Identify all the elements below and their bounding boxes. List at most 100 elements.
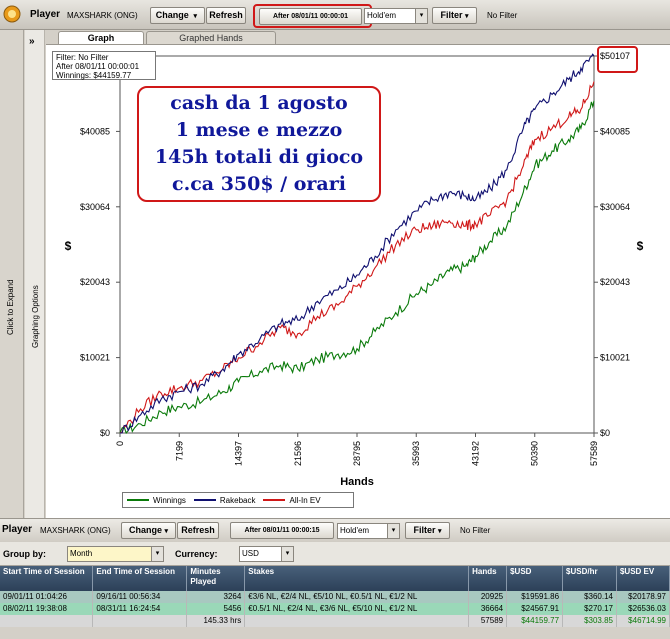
annotation-line: c.ca 350$ / orari: [172, 173, 346, 195]
cell: $24567.91: [506, 603, 564, 615]
x-tick-label: 35993: [411, 441, 421, 466]
cell: 09/16/11 00:56:34: [92, 591, 188, 603]
annotation-line: 1 mese e mezzo: [175, 119, 343, 141]
column-header[interactable]: $USD EV: [616, 566, 670, 591]
player-label: Player: [2, 524, 33, 535]
currency-select[interactable]: USD ▾: [239, 546, 294, 562]
player-name: MAXSHARK (ONG): [40, 526, 111, 535]
table-row[interactable]: 09/01/11 01:04:26 09/16/11 00:56:34 3264…: [0, 591, 670, 603]
group-by-label: Group by:: [3, 549, 46, 559]
x-axis-label: Hands: [340, 476, 374, 488]
y-axis-label-left: $: [65, 239, 72, 253]
annotation-box: cash da 1 agosto 1 mese e mezzo 145h tot…: [137, 86, 381, 202]
y-axis-label-right: $: [637, 239, 644, 253]
column-header[interactable]: Hands: [468, 566, 508, 591]
cell: $303.85: [562, 615, 617, 627]
cell: $26536.03: [616, 603, 670, 615]
cell: 5456: [186, 603, 246, 615]
y-tick-label: $10021: [80, 353, 110, 363]
chevron-down-icon: ▾: [438, 528, 442, 535]
cell: $20178.97: [616, 591, 670, 603]
y-tick-label: $20043: [600, 277, 630, 287]
annotation-line: 145h totali di gioco: [154, 146, 364, 168]
refresh-button[interactable]: Refresh: [177, 522, 219, 539]
y-tick-label: $40085: [600, 126, 630, 136]
chevron-down-icon: ▾: [164, 528, 169, 535]
cell: 3264: [186, 591, 246, 603]
group-by-select[interactable]: Month ▾: [67, 546, 164, 562]
y-tick-label: $20043: [80, 277, 110, 287]
annotation-line: cash da 1 agosto: [170, 92, 348, 114]
game-select-value: Hold'em: [340, 526, 370, 535]
chevron-down-icon: ▾: [387, 524, 399, 538]
chart-legend: Winnings Rakeback All-In EV: [122, 492, 354, 508]
y-tick-label: $0: [100, 428, 110, 438]
column-header[interactable]: Start Time of Session: [0, 566, 94, 591]
cell: 145.33 hrs: [186, 615, 246, 627]
filter-button[interactable]: Filter ▾: [405, 522, 450, 539]
cell: 36664: [468, 603, 508, 615]
legend-swatch: [263, 499, 286, 501]
sessions-table: Start Time of Session End Time of Sessio…: [0, 566, 670, 627]
y-tick-label: $0: [600, 428, 610, 438]
y-tick-label: $40085: [80, 126, 110, 136]
cell: [244, 615, 470, 627]
max-value-highlight: [597, 46, 638, 73]
change-label: Change: [128, 525, 162, 535]
cell: 09/01/11 01:04:26: [0, 591, 94, 603]
x-tick-label: 7199: [174, 441, 184, 461]
chevron-down-icon: ▾: [281, 547, 293, 561]
currency-label: Currency:: [175, 549, 218, 559]
cell: €3/6 NL, €2/4 NL, €5/10 NL, €0.5/1 NL, €…: [244, 591, 470, 603]
x-tick-label: 28795: [352, 441, 362, 466]
legend-item: Winnings: [127, 496, 186, 505]
cell: $44159.77: [506, 615, 564, 627]
filter-info-line: Winnings: $44159.77: [56, 71, 132, 80]
chevron-down-icon: ▾: [151, 547, 163, 561]
filter-info-line: After 08/01/11 00:00:01: [56, 62, 140, 71]
cell: $360.14: [562, 591, 617, 603]
column-header[interactable]: End Time of Session: [92, 566, 188, 591]
legend-label: Winnings: [153, 495, 186, 505]
filter-status: No Filter: [460, 526, 491, 535]
legend-item: Rakeback: [193, 495, 256, 505]
x-tick-label: 21596: [293, 441, 303, 466]
game-select[interactable]: Hold'em ▾: [337, 523, 400, 539]
column-header[interactable]: $USD/hr: [562, 566, 617, 591]
y-tick-label: $30064: [80, 202, 110, 212]
y-tick-label: $10021: [600, 353, 630, 363]
legend-item: All-In EV: [263, 495, 321, 505]
change-player-button[interactable]: Change ▾: [121, 522, 176, 539]
cell: 20925: [468, 591, 508, 603]
cell: 57589: [468, 615, 508, 627]
cell: [0, 615, 94, 627]
cell: 08/31/11 16:24:54: [92, 603, 188, 615]
cell: €0.5/1 NL, €2/4 NL, €3/6 NL, €5/10 NL, €…: [244, 603, 470, 615]
table-row[interactable]: 08/02/11 19:38:08 08/31/11 16:24:54 5456…: [0, 603, 670, 615]
legend-label: All-In EV: [289, 495, 321, 505]
legend-label: Rakeback: [219, 495, 256, 505]
filter-label: Filter: [413, 525, 436, 535]
x-tick-label: 50390: [530, 441, 540, 466]
legend-swatch: [127, 499, 149, 501]
column-header[interactable]: $USD: [506, 566, 564, 591]
column-header[interactable]: Minutes Played: [186, 566, 246, 591]
currency-value: USD: [242, 549, 259, 558]
cell: $19591.86: [506, 591, 564, 603]
filter-info-box: Filter: No Filter After 08/01/11 00:00:0…: [52, 51, 156, 80]
group-by-bar: Group by: Month ▾ Currency: USD ▾: [0, 542, 670, 566]
date-filter-button[interactable]: After 08/01/11 00:00:15: [230, 522, 334, 539]
legend-swatch: [193, 499, 216, 501]
cell: 08/02/11 19:38:08: [0, 603, 94, 615]
group-by-value: Month: [70, 549, 93, 558]
cell: $270.17: [562, 603, 617, 615]
bottom-toolbar: Player MAXSHARK (ONG) Change ▾ Refresh A…: [0, 518, 670, 542]
y-tick-label: $30064: [600, 202, 630, 212]
filter-info-line: Filter: No Filter: [56, 53, 109, 62]
x-tick-label: 0: [115, 441, 125, 446]
x-tick-label: 57589: [589, 441, 599, 466]
x-tick-label: 14397: [233, 441, 243, 466]
table-header-row: Start Time of Session End Time of Sessio…: [0, 566, 670, 591]
column-header[interactable]: Stakes: [244, 566, 470, 591]
cell: $46714.99: [616, 615, 670, 627]
